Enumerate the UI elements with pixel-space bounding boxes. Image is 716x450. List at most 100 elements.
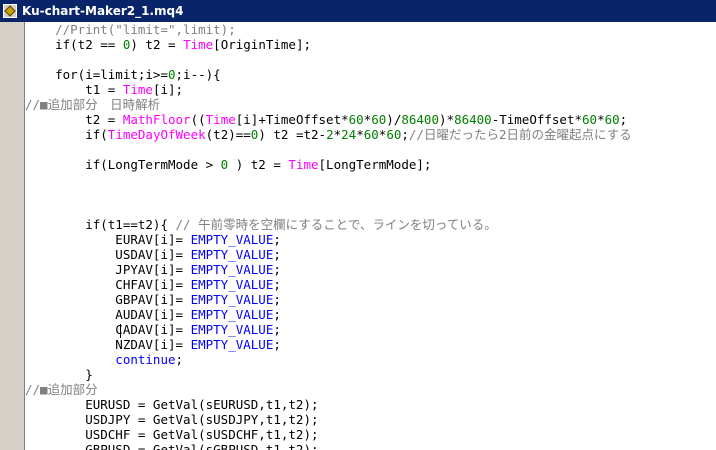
code-token-const: continue <box>25 352 176 367</box>
text-caret <box>120 324 121 338</box>
code-token-num: 86400 <box>454 112 492 127</box>
code-token-text: [LongTermMode]; <box>318 157 432 172</box>
code-token-text: AUDAV[i]= <box>25 307 191 322</box>
code-token-text: ; <box>619 112 628 127</box>
code-token-text: ; <box>401 127 409 142</box>
code-token-text: * <box>597 112 605 127</box>
code-token-text: if(t1==t2){ <box>25 217 176 232</box>
code-line[interactable]: if(t1==t2){ // 午前零時を空欄にすることで、ラインを切っている。 <box>25 217 632 232</box>
code-token-const: EMPTY_VALUE <box>190 262 274 277</box>
code-token-text: ; <box>273 247 281 262</box>
code-line[interactable]: if(LongTermMode > 0 ) t2 = Time[LongTerm… <box>25 157 632 172</box>
code-token-const: EMPTY_VALUE <box>190 277 274 292</box>
code-line[interactable] <box>25 172 632 187</box>
editor-gutter <box>0 22 24 450</box>
code-token-text: if(LongTermMode > <box>25 157 221 172</box>
code-token-func: TimeDayOfWeek <box>107 127 206 142</box>
code-line[interactable] <box>25 52 632 67</box>
code-token-text: ; <box>273 277 281 292</box>
code-line[interactable]: USDJPY = GetVal(sUSDJPY,t1,t2); <box>25 412 632 427</box>
code-token-text: JPYAV[i]= <box>25 262 191 277</box>
code-token-text: ; <box>175 352 184 367</box>
code-line[interactable]: GBPUSD = GetVal(sGBPUSD,t1,t2); <box>25 442 632 450</box>
code-token-text: USDCHF = GetVal(sUSDCHF,t1,t2); <box>25 427 319 442</box>
code-line[interactable]: NZDAV[i]= EMPTY_VALUE; <box>25 337 632 352</box>
code-lines[interactable]: //Print("limit=",limit); if(t2 == 0) t2 … <box>25 22 632 450</box>
code-token-text: ; <box>273 337 281 352</box>
code-line[interactable]: } <box>25 367 632 382</box>
code-token-num: 60 <box>604 112 620 127</box>
code-token-text: * <box>356 127 364 142</box>
code-line[interactable]: CADAV[i]= EMPTY_VALUE; <box>25 322 632 337</box>
code-line[interactable]: CHFAV[i]= EMPTY_VALUE; <box>25 277 632 292</box>
code-line[interactable]: if(TimeDayOfWeek(t2)==0) t2 =t2-2*24*60*… <box>25 127 632 142</box>
code-token-const: EMPTY_VALUE <box>190 322 274 337</box>
code-token-func: Time <box>288 157 319 172</box>
code-editor[interactable]: //Print("limit=",limit); if(t2 == 0) t2 … <box>25 22 716 450</box>
code-token-text: t1 = <box>25 82 123 97</box>
code-token-text: USDAV[i]= <box>25 247 191 262</box>
code-token-text: GBPUSD = GetVal(sGBPUSD,t1,t2); <box>25 442 319 450</box>
code-token-func: MathFloor <box>122 112 191 127</box>
code-token-num: 60 <box>371 112 387 127</box>
code-token-text: -TimeOffset* <box>491 112 583 127</box>
code-token-const: EMPTY_VALUE <box>190 337 274 352</box>
code-line[interactable]: AUDAV[i]= EMPTY_VALUE; <box>25 307 632 322</box>
code-token-comment: //■追加部分 <box>25 382 98 397</box>
code-token-text: ) t2 =t2- <box>258 127 327 142</box>
code-token-text: ; <box>273 232 281 247</box>
code-token-num: 60 <box>582 112 598 127</box>
code-token-num: 0 <box>168 67 176 82</box>
code-line[interactable]: USDAV[i]= EMPTY_VALUE; <box>25 247 632 262</box>
code-line[interactable]: if(t2 == 0) t2 = Time[OriginTime]; <box>25 37 632 52</box>
code-token-text: GBPAV[i]= <box>25 292 191 307</box>
code-line[interactable]: for(i=limit;i>=0;i--){ <box>25 67 632 82</box>
code-line[interactable]: //Print("limit=",limit); <box>25 22 632 37</box>
code-line[interactable]: t1 = Time[i]; <box>25 82 632 97</box>
code-token-text: if(t2 == <box>25 37 123 52</box>
code-token-text: t2 = <box>25 112 123 127</box>
code-token-const: EMPTY_VALUE <box>190 247 274 262</box>
code-token-text: ; <box>273 262 281 277</box>
code-token-text: EURUSD = GetVal(sEURUSD,t1,t2); <box>25 397 319 412</box>
code-token-text: CHFAV[i]= <box>25 277 191 292</box>
code-token-text: * <box>333 127 342 142</box>
file-icon <box>3 4 17 18</box>
code-token-func: Time <box>205 112 236 127</box>
code-line[interactable]: GBPAV[i]= EMPTY_VALUE; <box>25 292 632 307</box>
code-token-text: if( <box>25 127 108 142</box>
window-title: Ku-chart-Maker2_1.mq4 <box>22 4 184 18</box>
code-line[interactable]: USDCHF = GetVal(sUSDCHF,t1,t2); <box>25 427 632 442</box>
code-token-text: [i]+TimeOffset* <box>235 112 349 127</box>
code-token-text: ;i--){ <box>175 67 221 82</box>
code-token-text: ; <box>273 307 281 322</box>
code-token-text: ) t2 = <box>130 37 184 52</box>
code-token-num: 86400 <box>401 112 439 127</box>
code-token-text: [i]; <box>152 82 184 97</box>
code-token-comment: //■追加部分 日時解析 <box>25 97 161 112</box>
code-token-text: NZDAV[i]= <box>25 337 191 352</box>
code-line[interactable]: continue; <box>25 352 632 367</box>
code-line[interactable] <box>25 187 632 202</box>
code-line[interactable] <box>25 142 632 157</box>
code-token-text: [OriginTime]; <box>213 37 312 52</box>
code-token-num: 2 <box>326 127 334 142</box>
code-token-num: 60 <box>348 112 364 127</box>
code-token-text: USDJPY = GetVal(sUSDJPY,t1,t2); <box>25 412 319 427</box>
code-line[interactable]: //■追加部分 日時解析 <box>25 97 632 112</box>
code-token-num: 60 <box>386 127 402 142</box>
code-token-text: (t2)== <box>205 127 251 142</box>
code-line[interactable]: JPYAV[i]= EMPTY_VALUE; <box>25 262 632 277</box>
title-bar: Ku-chart-Maker2_1.mq4 <box>0 0 716 22</box>
code-line[interactable]: t2 = MathFloor((Time[i]+TimeOffset*60*60… <box>25 112 632 127</box>
code-token-text: (( <box>190 112 206 127</box>
code-token-func: Time <box>183 37 214 52</box>
code-token-const: EMPTY_VALUE <box>190 292 274 307</box>
code-line[interactable]: EURAV[i]= EMPTY_VALUE; <box>25 232 632 247</box>
code-token-comment: //日曜だったら2日前の金曜起点にする <box>408 127 632 142</box>
code-line[interactable] <box>25 202 632 217</box>
code-token-comment: //Print("limit=",limit); <box>25 22 236 37</box>
code-line[interactable]: EURUSD = GetVal(sEURUSD,t1,t2); <box>25 397 632 412</box>
code-line[interactable]: //■追加部分 <box>25 382 632 397</box>
code-token-text: CADAV[i]= <box>25 322 191 337</box>
